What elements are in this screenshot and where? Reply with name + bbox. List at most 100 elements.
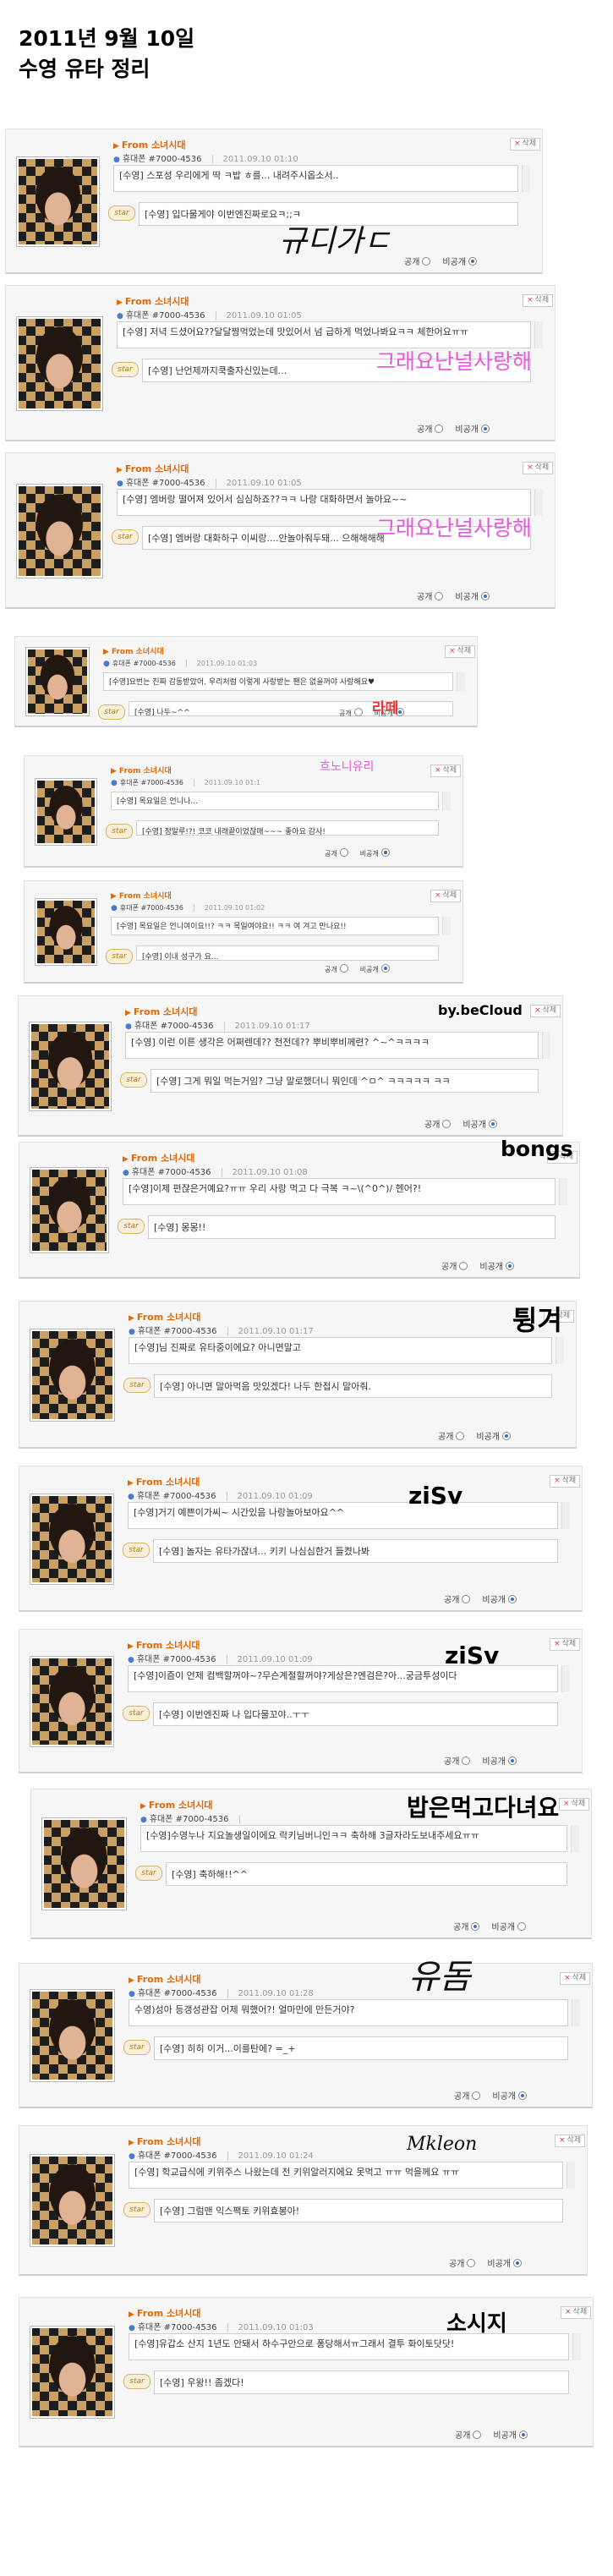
public-radio[interactable]: [459, 1262, 468, 1270]
delete-icon: ×: [449, 647, 456, 655]
scrollbar[interactable]: [534, 489, 543, 516]
private-option: 비공개: [479, 1262, 515, 1272]
profile-photo: [41, 1817, 127, 1910]
user-icon: ●: [113, 156, 120, 164]
star-badge: star: [120, 1072, 147, 1088]
public-radio[interactable]: [435, 425, 444, 433]
private-radio[interactable]: [506, 1262, 515, 1270]
private-option: 비공개: [492, 2091, 528, 2102]
public-label: 공개: [454, 2092, 470, 2102]
delete-button[interactable]: × 삭제: [555, 2135, 586, 2147]
private-radio[interactable]: [517, 1922, 527, 1931]
private-option: 비공개: [442, 257, 478, 267]
visibility-options: 공개 비공개: [455, 2428, 528, 2441]
delete-button[interactable]: × 삭제: [530, 1005, 561, 1017]
scrollbar[interactable]: [559, 1178, 567, 1205]
public-radio[interactable]: [467, 2259, 476, 2267]
scrollbar[interactable]: [442, 792, 451, 810]
public-radio[interactable]: [353, 708, 363, 716]
delete-label: 삭제: [522, 140, 537, 148]
arrow-icon: ▶: [117, 299, 123, 307]
from-text: From 소녀시대: [148, 1800, 213, 1811]
public-radio[interactable]: [473, 2431, 482, 2439]
private-radio[interactable]: [468, 257, 478, 266]
scrollbar[interactable]: [566, 2162, 575, 2189]
fan-signature: 흐노니유리: [320, 760, 375, 774]
delete-button[interactable]: × 삭제: [430, 765, 462, 777]
private-radio[interactable]: [513, 2259, 523, 2267]
from-text: From 소녀시대: [121, 140, 186, 151]
delete-button[interactable]: × 삭제: [561, 2306, 592, 2319]
from-text: From 소녀시대: [118, 767, 172, 776]
scrollbar[interactable]: [561, 1665, 570, 1692]
private-radio[interactable]: [508, 1595, 517, 1603]
scrollbar[interactable]: [534, 321, 543, 348]
sender-number: 휴대폰 #7000-4536: [137, 2151, 217, 2161]
fan-signature: by.beCloud: [438, 1002, 523, 1018]
public-label: 공개: [453, 1923, 469, 1932]
public-label: 공개: [417, 593, 433, 602]
private-radio[interactable]: [481, 592, 490, 600]
public-radio[interactable]: [462, 1757, 471, 1765]
delete-button[interactable]: × 삭제: [445, 645, 476, 658]
public-radio[interactable]: [462, 1595, 471, 1603]
star-badge: star: [123, 1706, 150, 1721]
from-text: From 소녀시대: [136, 1974, 201, 1985]
private-radio[interactable]: [489, 1120, 498, 1128]
scrollbar[interactable]: [457, 672, 465, 691]
private-radio[interactable]: [380, 964, 390, 973]
public-radio[interactable]: [422, 257, 431, 266]
reply-message: [수영] 몽몽!!: [148, 1215, 556, 1239]
delete-button[interactable]: × 삭제: [550, 1475, 581, 1488]
private-radio[interactable]: [518, 2091, 528, 2100]
from-text: From 소녀시대: [135, 1477, 200, 1488]
from-text: From 소녀시대: [118, 892, 172, 901]
fan-signature: 밥은먹고다녀요: [407, 1794, 560, 1822]
public-radio[interactable]: [435, 592, 444, 600]
delete-icon: ×: [564, 1974, 571, 1982]
message-card: ▶ From 소녀시대 ● 휴대폰 #7000-4536 2011.09.10 01:1…: [19, 1301, 577, 1449]
delete-button[interactable]: × 삭제: [510, 138, 541, 151]
scrollbar[interactable]: [561, 1502, 570, 1529]
scrollbar[interactable]: [542, 1032, 550, 1059]
private-label: 비공개: [455, 593, 479, 602]
private-radio[interactable]: [519, 2431, 528, 2439]
public-radio[interactable]: [339, 848, 348, 857]
reply-message: [수영] 이번엔진짜 나 입다물꼬야..ㅜㅜ: [153, 1702, 558, 1726]
delete-button[interactable]: × 삭제: [523, 294, 554, 307]
public-radio[interactable]: [339, 964, 348, 973]
private-radio[interactable]: [380, 848, 390, 857]
fan-signature: 그래요난널사랑해: [376, 516, 533, 540]
scrollbar[interactable]: [572, 2333, 581, 2360]
scrollbar[interactable]: [571, 1825, 579, 1852]
message-card: ▶ From 소녀시대 ● 휴대폰 #7000-4536 2011.09.10 01:0…: [19, 1142, 580, 1279]
scrollbar[interactable]: [442, 917, 451, 935]
private-radio[interactable]: [481, 425, 490, 433]
scrollbar[interactable]: [522, 165, 530, 192]
message-card: ▶ From 소녀시대 ● 휴대폰 #7000-4536 2011.09.10 01:0…: [24, 880, 463, 984]
from-label: ▶ From 소녀시대: [125, 1005, 198, 1018]
delete-button[interactable]: × 삭제: [559, 1798, 590, 1811]
sender-line: ● 휴대폰 #7000-4536 2011.09.10 01:02: [111, 903, 265, 913]
star-badge: star: [112, 529, 139, 545]
delete-button[interactable]: × 삭제: [550, 1638, 581, 1651]
delete-icon: ×: [554, 1640, 561, 1648]
public-radio[interactable]: [456, 1432, 465, 1440]
delete-icon: ×: [527, 296, 534, 304]
delete-button[interactable]: × 삭제: [430, 890, 462, 902]
public-radio[interactable]: [471, 1922, 480, 1931]
public-radio[interactable]: [472, 2091, 481, 2100]
scrollbar[interactable]: [572, 1999, 580, 2026]
sender-number: 휴대폰 #7000-4536: [137, 2323, 217, 2332]
private-radio[interactable]: [508, 1757, 517, 1765]
delete-button[interactable]: × 삭제: [560, 1972, 591, 1985]
private-radio[interactable]: [502, 1432, 512, 1440]
public-radio[interactable]: [442, 1120, 452, 1128]
fan-message: [수영]수영누나 지요놀생일이에요 락키님버니인ㅋㅋ 축하해 3글자라도보내주세…: [140, 1825, 567, 1852]
page-title: 2011년 9월 10일 수영 유타 정리: [19, 24, 194, 85]
delete-button[interactable]: × 삭제: [523, 462, 554, 474]
from-text: From 소녀시대: [111, 648, 164, 656]
scrollbar[interactable]: [556, 1337, 564, 1364]
from-label: ▶ From 소녀시대: [129, 1972, 201, 1986]
profile-photo: [30, 1989, 115, 2082]
